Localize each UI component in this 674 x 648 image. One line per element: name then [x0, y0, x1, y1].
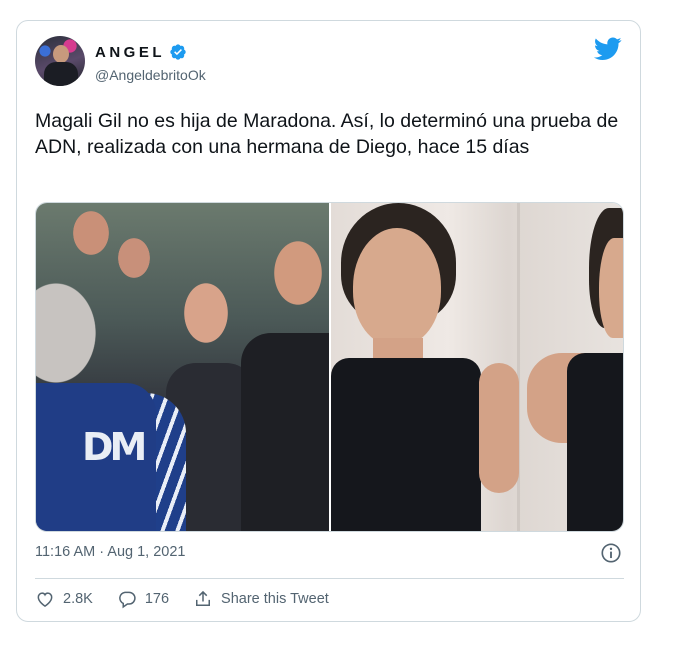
- author-name[interactable]: ANGEL: [95, 44, 165, 61]
- avatar-suit: [44, 62, 78, 86]
- like-button[interactable]: 2.8K: [35, 589, 93, 609]
- share-label: Share this Tweet: [221, 591, 329, 607]
- share-button[interactable]: Share this Tweet: [193, 589, 329, 609]
- heart-icon: [37, 592, 53, 607]
- photo-top-mirror: [567, 353, 623, 531]
- avatar-face: [53, 45, 69, 63]
- author-name-row[interactable]: ANGEL: [95, 43, 187, 61]
- tweet-text: Magali Gil no es hija de Maradona. Así, …: [35, 110, 619, 158]
- photo-face: [353, 228, 441, 346]
- tweet-media[interactable]: DM: [35, 202, 624, 532]
- media-photo-right[interactable]: [331, 203, 623, 531]
- twitter-bird-icon[interactable]: [594, 37, 622, 61]
- photo-figure: [241, 333, 329, 531]
- photo-arm: [479, 363, 519, 493]
- author-handle[interactable]: @AngeldebritoOk: [95, 67, 206, 83]
- avatar[interactable]: [35, 36, 85, 86]
- reply-bubble-icon: [119, 591, 136, 609]
- reply-button[interactable]: 176: [117, 589, 169, 609]
- media-photo-left[interactable]: DM: [36, 203, 329, 531]
- info-icon[interactable]: [600, 542, 622, 564]
- tweet-timestamp[interactable]: 11:16 AM · Aug 1, 2021: [35, 544, 185, 560]
- verified-badge-icon: [170, 44, 186, 60]
- tweet-card[interactable]: ANGEL @AngeldebritoOk Magali Gil no es h…: [16, 20, 641, 622]
- photo-face-mirror: [599, 238, 623, 338]
- photo-door-edge: [517, 203, 520, 531]
- like-count: 2.8K: [63, 591, 93, 607]
- photo-shirt-logo: DM: [82, 425, 147, 469]
- tweet-actions: 2.8K 176 Share this Tweet: [35, 589, 353, 609]
- divider: [35, 578, 624, 579]
- share-icon: [196, 590, 211, 606]
- reply-count: 176: [144, 591, 170, 607]
- photo-top: [331, 358, 481, 531]
